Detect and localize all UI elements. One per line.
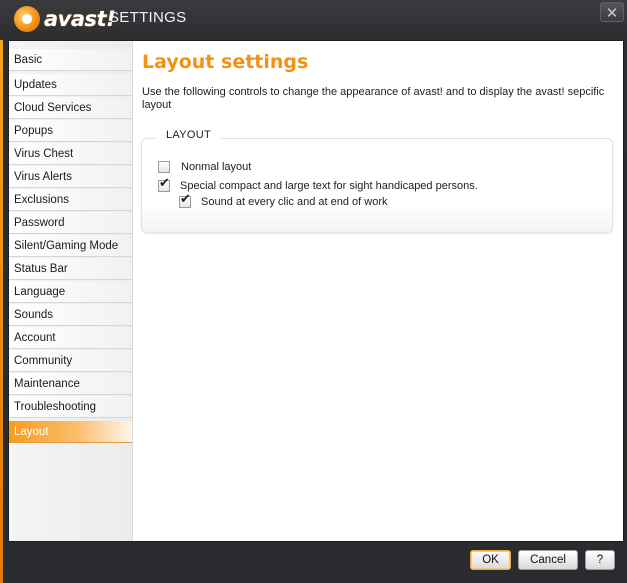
sidebar-item-sounds[interactable]: Sounds xyxy=(9,304,132,326)
sidebar-item-virus-chest[interactable]: Virus Chest xyxy=(9,143,132,165)
page-description: Use the following controls to change the… xyxy=(142,86,605,111)
group-legend: LAYOUT xyxy=(156,129,221,141)
window-accent-edge xyxy=(0,40,3,583)
sidebar-item-troubleshooting[interactable]: Troubleshooting xyxy=(9,396,132,418)
window-title: SETTINGS xyxy=(109,9,187,26)
close-button[interactable]: ✕ xyxy=(600,2,624,22)
sidebar-item-exclusions[interactable]: Exclusions xyxy=(9,189,132,211)
brand-name: avast! xyxy=(44,7,116,31)
sidebar-item-basic[interactable]: Basic xyxy=(9,49,132,71)
sound-on-click-option[interactable]: Sound at every clic and at end of work xyxy=(179,192,388,208)
avast-logo-icon xyxy=(14,6,40,32)
help-button[interactable]: ? xyxy=(585,550,615,570)
sidebar-item-virus-alerts[interactable]: Virus Alerts xyxy=(9,166,132,188)
sidebar-item-account[interactable]: Account xyxy=(9,327,132,349)
sidebar-item-maintenance[interactable]: Maintenance xyxy=(9,373,132,395)
sidebar-item-layout[interactable]: Layout xyxy=(9,421,132,443)
sidebar-item-updates[interactable]: Updates xyxy=(9,74,132,96)
sidebar-item-community[interactable]: Community xyxy=(9,350,132,372)
close-icon: ✕ xyxy=(605,4,619,22)
sidebar-item-password[interactable]: Password xyxy=(9,212,132,234)
compact-large-text-checkbox[interactable] xyxy=(158,176,170,192)
cancel-button[interactable]: Cancel xyxy=(518,550,578,570)
sidebar-item-silent-gaming-mode[interactable]: Silent/Gaming Mode xyxy=(9,235,132,257)
ok-button[interactable]: OK xyxy=(470,550,511,570)
sound-on-click-label: Sound at every clic and at end of work xyxy=(201,196,388,208)
settings-sidebar: Basic Updates Cloud Services Popups Viru… xyxy=(9,41,133,541)
sidebar-item-language[interactable]: Language xyxy=(9,281,132,303)
sidebar-item-status-bar[interactable]: Status Bar xyxy=(9,258,132,280)
sound-on-click-checkbox[interactable] xyxy=(179,192,191,208)
title-bar: avast! SETTINGS ✕ xyxy=(0,0,627,38)
compact-large-text-option[interactable]: Special compact and large text for sight… xyxy=(158,176,478,192)
compact-large-text-label: Special compact and large text for sight… xyxy=(180,180,478,192)
settings-window: avast! SETTINGS ✕ Basic Updates Cloud Se… xyxy=(0,0,627,583)
normal-layout-checkbox[interactable] xyxy=(158,161,170,173)
page-title: Layout settings xyxy=(142,51,309,73)
sidebar-item-popups[interactable]: Popups xyxy=(9,120,132,142)
avast-logo: avast! xyxy=(14,3,116,35)
sidebar-item-cloud-services[interactable]: Cloud Services xyxy=(9,97,132,119)
normal-layout-label: Nonmal layout xyxy=(181,161,252,173)
layout-groupbox: LAYOUT Nonmal layout Special compact and… xyxy=(141,129,613,233)
content-panel: Basic Updates Cloud Services Popups Viru… xyxy=(8,40,624,542)
normal-layout-option[interactable]: Nonmal layout xyxy=(158,161,251,173)
